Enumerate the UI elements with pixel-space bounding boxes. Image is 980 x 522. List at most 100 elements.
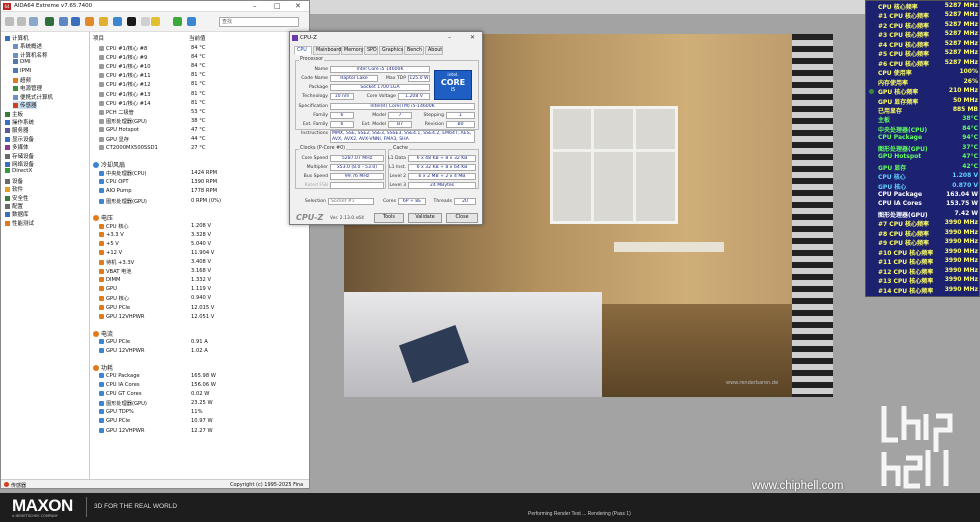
tree-item[interactable]: 服务器 (5, 126, 29, 134)
stability-test-icon[interactable] (141, 17, 150, 26)
tree-item[interactable]: 软件 (5, 185, 23, 193)
search-input[interactable]: 查找 (219, 17, 299, 27)
tree-item[interactable]: DirectX (5, 168, 32, 174)
tab-about[interactable]: About (425, 46, 443, 55)
extfamily-field: 6 (330, 121, 354, 128)
minimize-icon[interactable]: – (253, 2, 257, 10)
osd-value: 5287 MHz (944, 2, 978, 9)
osd-label: GPU Hotspot (878, 153, 922, 161)
tree-item[interactable]: 安全性 (5, 194, 29, 202)
refresh-icon[interactable] (45, 17, 54, 26)
sensor-name: CPU #1/核心 #13 (99, 91, 151, 98)
render-window (550, 106, 678, 224)
tree-item[interactable]: 设备 (5, 177, 23, 185)
render-sofa (344, 292, 602, 397)
tree-item[interactable]: 系统概述 (13, 42, 42, 50)
tree-item[interactable]: 多媒体 (5, 143, 29, 151)
tree-item[interactable]: 数据库 (5, 210, 29, 218)
osd-label: CPU Package (878, 191, 923, 198)
section-title: 功耗 (101, 364, 114, 372)
technology-label: Technology (302, 94, 328, 99)
sensor-name-text: GPU 12VHPWR (106, 347, 145, 354)
close-icon[interactable]: ✕ (470, 34, 475, 41)
tab-bench[interactable]: Bench (404, 46, 424, 55)
column-header-item[interactable]: 项目 (93, 34, 104, 42)
tree-item[interactable]: DMI (13, 59, 31, 65)
close-button[interactable]: Close (446, 213, 478, 223)
close-icon[interactable]: ✕ (295, 2, 301, 10)
socket-select[interactable]: Socket #1 (328, 198, 374, 205)
cpuid-icon[interactable] (127, 17, 136, 26)
sensor-value: 81 °C (191, 81, 206, 88)
monitor-diagnostics-icon[interactable] (151, 17, 160, 26)
site-watermark: www.chiphell.com (752, 480, 844, 492)
tree-item[interactable]: 网络设备 (5, 160, 34, 168)
tab-mainboard[interactable]: Mainboard (313, 46, 341, 55)
sensor-name: PCH 二极管 (99, 109, 134, 116)
sensor-name-text: +5 V (106, 240, 119, 247)
osd-row: CPU IA Cores 153.75 W (866, 200, 980, 209)
tree-item[interactable]: 电源管理 (13, 84, 42, 92)
osd-row: #1 CPU 核心频率 5287 MHz (866, 11, 980, 20)
tab-cpu[interactable]: CPU (294, 46, 312, 55)
tree-item[interactable]: 显示设备 (5, 135, 34, 143)
tree-node-icon (13, 78, 18, 83)
tree-item[interactable]: 存储设备 (5, 152, 34, 160)
osd-label: GPU 核心频率 (878, 89, 919, 97)
tree-item[interactable]: 传感器 (13, 101, 37, 110)
tab-spd[interactable]: SPD (364, 46, 378, 55)
sensor-value: 5.040 V (191, 240, 212, 247)
sensor-icon (99, 118, 104, 124)
aida64-window: 64 AIDA64 Extreme v7.65.7400 – □ ✕ 查找 计算… (0, 0, 310, 489)
tree-item-label: 主板 (12, 111, 24, 118)
tree-item[interactable]: 计算机名称 (13, 51, 48, 59)
tree-item[interactable]: 性能测试 (5, 219, 34, 227)
report-icon[interactable] (59, 17, 68, 26)
sensor-icon (99, 171, 104, 177)
back-icon[interactable] (5, 17, 14, 26)
menu-icon[interactable] (29, 17, 38, 26)
revision-label: Revision (424, 122, 444, 127)
cpuz-brand: CPU-Z (296, 213, 324, 222)
sensor-value: 81 °C (191, 72, 206, 79)
tree-item[interactable]: 主板 (5, 110, 23, 118)
tab-memory[interactable]: Memory (341, 46, 364, 55)
help-icon[interactable] (187, 17, 196, 26)
bios-update-icon[interactable] (85, 17, 94, 26)
memory-benchmark-icon[interactable] (113, 17, 122, 26)
sensor-name-text: GPU PCIe (106, 418, 131, 425)
download-icon[interactable] (173, 17, 182, 26)
model-field: 7 (388, 112, 412, 119)
sensor-name: CPU 核心 (99, 223, 129, 230)
tree-item[interactable]: 操作系统 (5, 118, 34, 126)
intel-logo-core: CORE (440, 78, 466, 87)
sensor-value: 3.408 V (191, 259, 212, 265)
tree-item[interactable]: 计算机 (5, 34, 29, 42)
sensor-icon (99, 91, 104, 97)
voltage-icon (93, 214, 99, 221)
tree-item[interactable]: 便携式计算机 (13, 93, 53, 101)
osd-value: 210 MHz (948, 87, 978, 95)
tree-item[interactable]: 超频 (13, 76, 31, 84)
minimize-icon[interactable]: – (448, 34, 451, 41)
tree-node-icon (13, 52, 18, 58)
sensor-value: 84 °C (191, 63, 206, 70)
sensor-icon (99, 82, 104, 88)
maximize-icon[interactable]: □ (274, 2, 281, 10)
column-header-value[interactable]: 当前值 (189, 34, 206, 42)
osd-value: 5287 MHz (944, 30, 978, 38)
forward-icon[interactable] (17, 17, 26, 26)
sensor-name-text: CPU Package (106, 372, 140, 379)
tools-button[interactable]: Tools (374, 213, 404, 223)
tab-graphics[interactable]: Graphics (379, 46, 403, 55)
tree-item[interactable]: 配置 (5, 202, 23, 210)
sensor-value: 3.168 V (191, 268, 212, 275)
validate-button[interactable]: Validate (408, 213, 442, 223)
driver-update-icon[interactable] (99, 17, 108, 26)
tree-folder-icon (5, 212, 10, 218)
sensor-name-text: GPU 显存 (106, 137, 129, 143)
profile-icon[interactable] (71, 17, 80, 26)
tree-item-label: 配置 (12, 204, 24, 210)
tree-item[interactable]: IPMI (13, 67, 31, 74)
osd-label: 图形处理器(GPU) (878, 211, 928, 219)
